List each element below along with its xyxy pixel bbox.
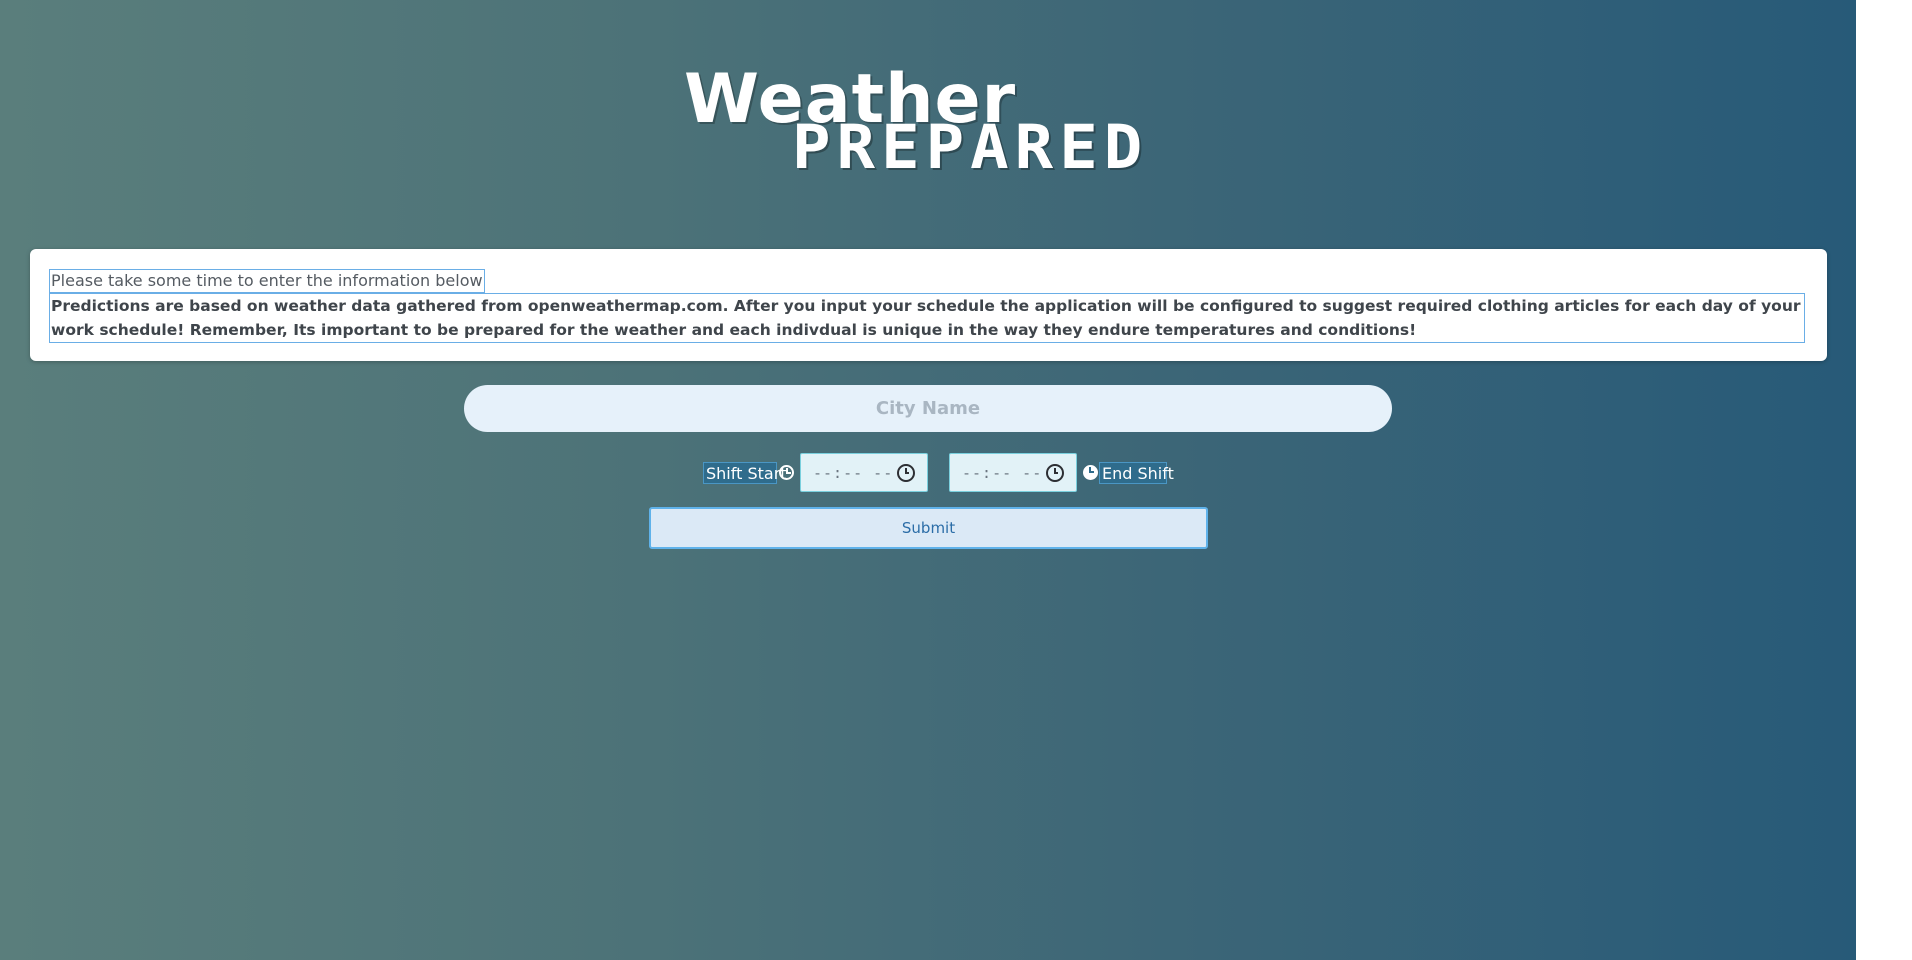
app-logo: Weather PREPARED	[684, 62, 1144, 184]
shift-start-time-value: --:-- --	[813, 464, 894, 482]
logo-prepared-text: PREPARED	[792, 112, 1149, 184]
clock-icon[interactable]	[897, 464, 915, 482]
clock-outline-icon	[779, 465, 794, 480]
clock-icon[interactable]	[1046, 464, 1064, 482]
clock-solid-icon	[1083, 465, 1098, 480]
shift-end-time-input[interactable]: --:-- --	[949, 453, 1077, 492]
shift-start-label: Shift Start	[703, 462, 787, 484]
shift-end-time-value: --:-- --	[962, 464, 1043, 482]
info-intro-text: Please take some time to enter the infor…	[49, 269, 485, 293]
page-background: Weather PREPARED Please take some time t…	[0, 0, 1856, 960]
submit-button[interactable]: Submit	[649, 507, 1208, 549]
shift-start-time-input[interactable]: --:-- --	[800, 453, 928, 492]
end-shift-label: End Shift	[1099, 462, 1174, 484]
city-name-input[interactable]	[464, 385, 1392, 432]
info-card: Please take some time to enter the infor…	[30, 249, 1827, 361]
info-description: Predictions are based on weather data ga…	[49, 293, 1805, 343]
shift-time-row: Shift Start --:-- -- --:-- -- End Shift	[697, 453, 1174, 493]
